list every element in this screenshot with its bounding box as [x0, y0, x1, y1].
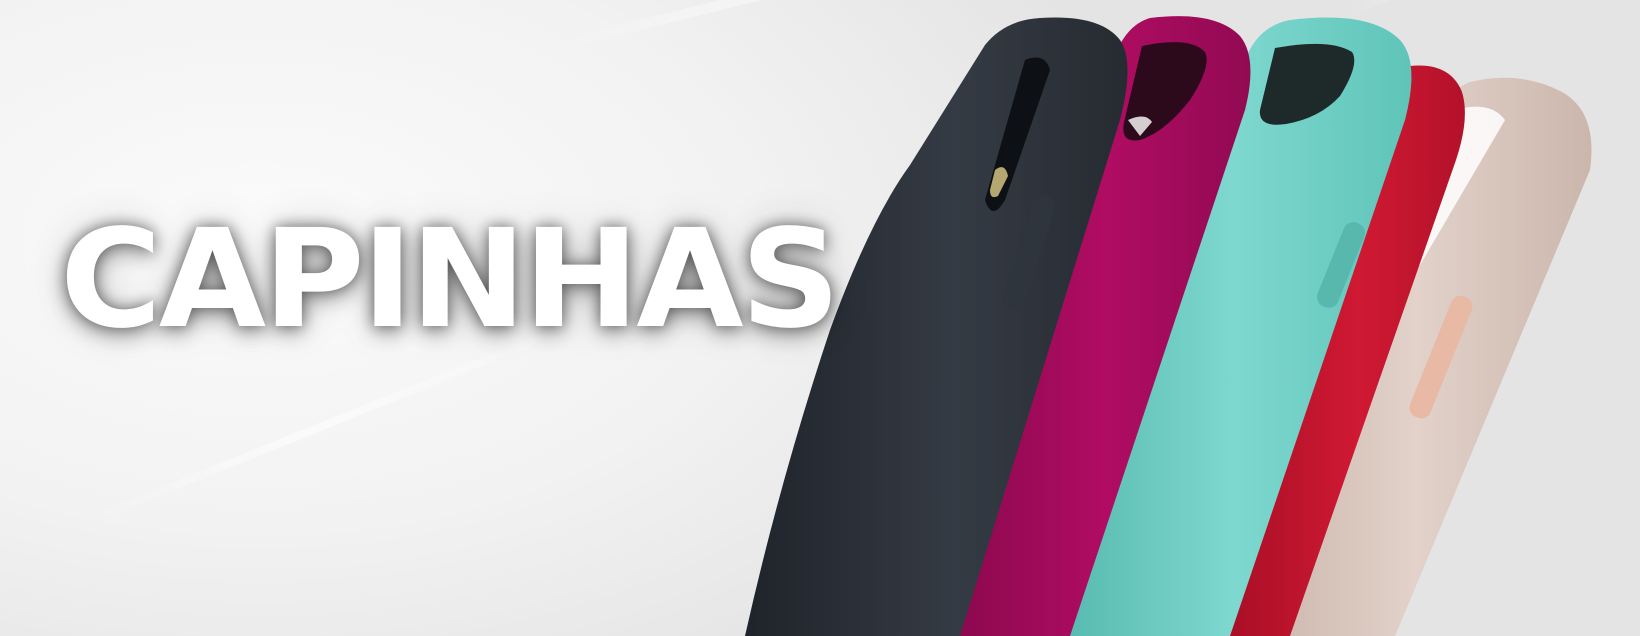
banner-title: CAPINHAS: [60, 201, 840, 359]
category-banner[interactable]: CAPINHAS: [0, 0, 1640, 636]
